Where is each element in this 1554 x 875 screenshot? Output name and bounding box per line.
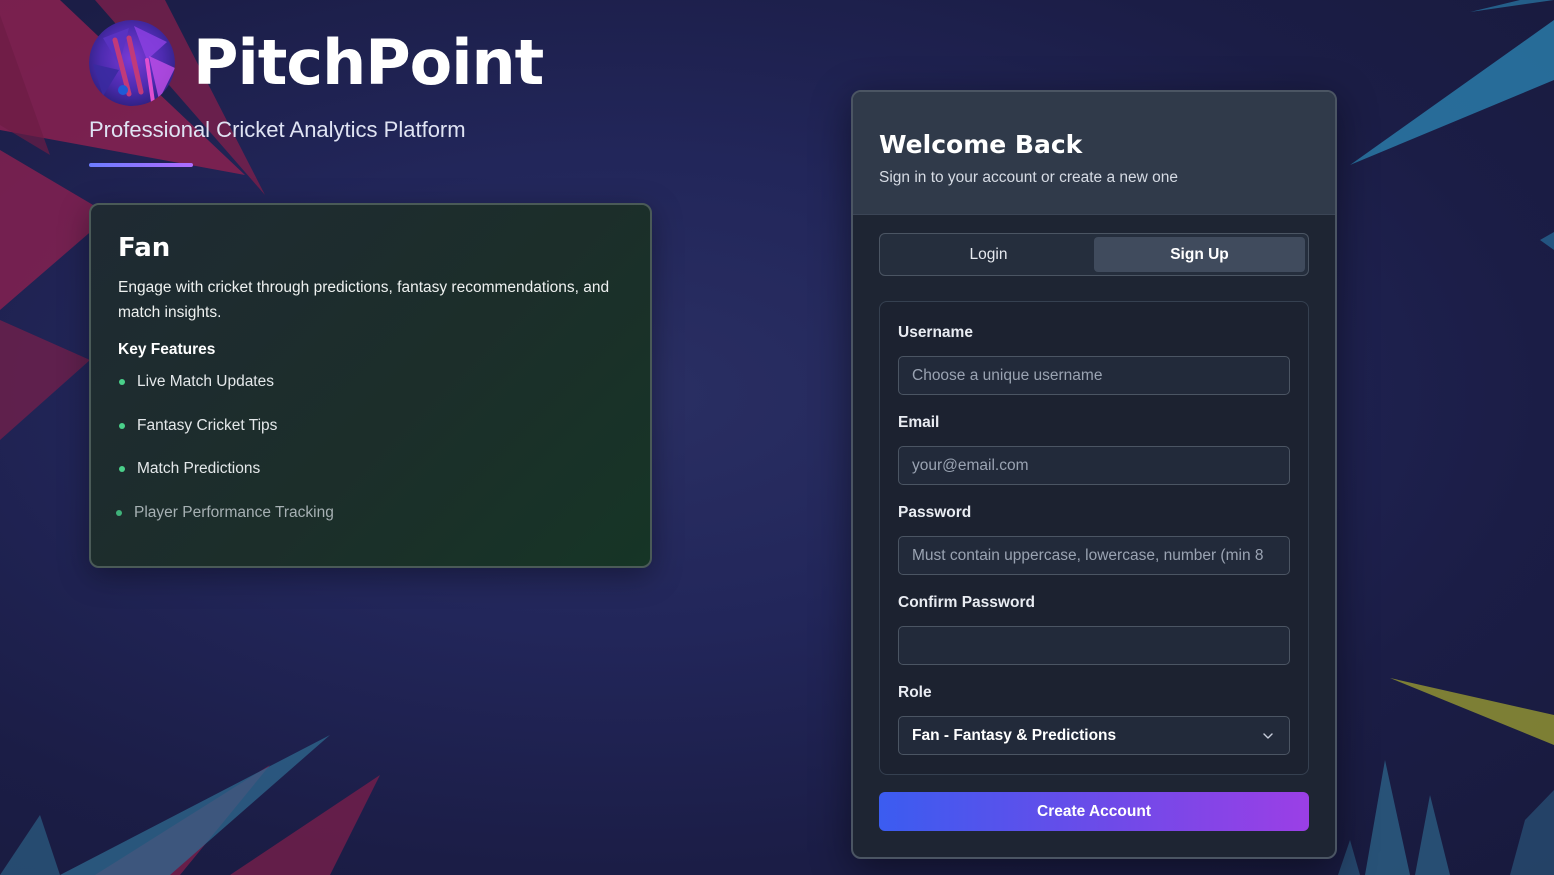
brand-name: PitchPoint: [193, 26, 544, 99]
auth-title: Welcome Back: [879, 130, 1083, 159]
password-input[interactable]: [898, 536, 1290, 575]
feature-item: Live Match Updates: [118, 371, 623, 415]
email-input[interactable]: [898, 446, 1290, 485]
role-info-card: Fan Engage with cricket through predicti…: [89, 203, 652, 568]
tab-login[interactable]: Login: [883, 237, 1094, 272]
role-label: Role: [898, 684, 932, 701]
create-account-button[interactable]: Create Account: [879, 792, 1309, 831]
feature-item: Match Predictions: [118, 458, 623, 502]
tab-sign-up[interactable]: Sign Up: [1094, 237, 1305, 272]
feature-item: Player Performance Tracking: [116, 502, 623, 546]
auth-tabs: Login Sign Up: [879, 233, 1309, 276]
bullet-dot-icon: [119, 466, 125, 472]
role-title: Fan: [118, 233, 171, 263]
username-field-group: Username: [898, 322, 1290, 395]
cricket-logo-icon: [89, 20, 175, 106]
chevron-down-icon: [1263, 733, 1273, 739]
login-page: PitchPoint Professional Cricket Analytic…: [0, 0, 1554, 875]
email-field-group: Email: [898, 412, 1290, 485]
auth-header: Welcome Back Sign in to your account or …: [853, 92, 1335, 215]
brand-tagline: Professional Cricket Analytics Platform: [89, 117, 466, 142]
role-select[interactable]: Fan - Fantasy & Predictions: [898, 716, 1290, 755]
role-field-group: Role Fan - Fantasy & Predictions: [898, 682, 1290, 755]
confirm-password-field-group: Confirm Password: [898, 592, 1290, 665]
feature-label: Match Predictions: [137, 460, 261, 477]
email-label: Email: [898, 414, 940, 431]
features-heading: Key Features: [118, 341, 216, 358]
bullet-dot-icon: [116, 509, 122, 516]
auth-subtitle: Sign in to your account or create a new …: [879, 169, 1178, 186]
role-select-value: Fan - Fantasy & Predictions: [912, 726, 1117, 744]
feature-label: Fantasy Cricket Tips: [137, 416, 278, 434]
password-label: Password: [898, 504, 972, 521]
bullet-dot-icon: [119, 379, 125, 385]
feature-label: Player Performance Tracking: [134, 503, 334, 521]
confirm-password-label: Confirm Password: [898, 594, 1035, 611]
role-description: Engage with cricket through predictions,…: [118, 279, 610, 321]
bullet-dot-icon: [119, 422, 125, 429]
brand: PitchPoint: [89, 20, 544, 106]
username-label: Username: [898, 324, 973, 341]
feature-item: Fantasy Cricket Tips: [118, 415, 623, 459]
tagline-underline: [89, 163, 193, 167]
signup-form: Username Email Password Confirm Password: [879, 301, 1309, 775]
feature-label: Live Match Updates: [137, 373, 274, 390]
feature-list: Live Match Updates Fantasy Cricket Tips …: [116, 371, 623, 546]
password-field-group: Password: [898, 502, 1290, 575]
username-input[interactable]: [898, 356, 1290, 395]
confirm-password-input[interactable]: [898, 626, 1290, 665]
auth-card: Welcome Back Sign in to your account or …: [851, 90, 1337, 859]
